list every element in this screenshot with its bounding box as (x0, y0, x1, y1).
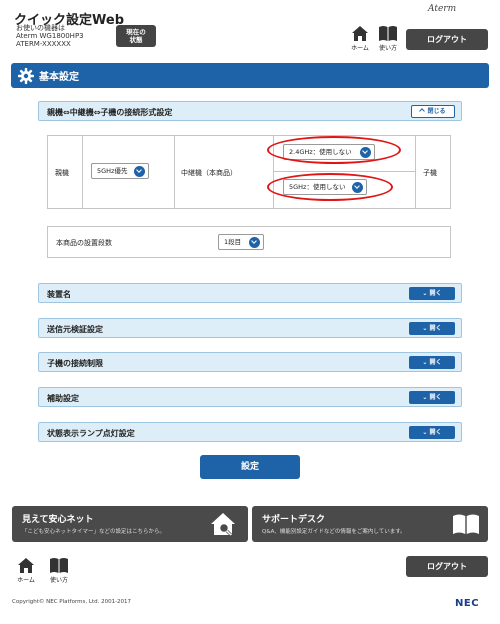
connection-section-header[interactable]: 親機⇔中継機⇔子機の接続形式設定 閉じる (38, 101, 462, 121)
parent-label: 親機 (55, 169, 69, 177)
section-source-verify[interactable]: 送信元検証設定 ⌄ 開く (38, 318, 462, 338)
section-label: 装置名 (47, 290, 71, 299)
section-aux-settings[interactable]: 補助設定 ⌄ 開く (38, 387, 462, 407)
open-section-button[interactable]: ⌄ 開く (409, 322, 455, 335)
help-label: 使い方 (378, 45, 397, 52)
gear-icon (18, 67, 34, 84)
child-label: 子機 (423, 169, 437, 177)
open-label: 開く (429, 429, 442, 436)
open-section-button[interactable]: ⌄ 開く (409, 391, 455, 404)
device-serial: ATERM-XXXXXX (16, 40, 71, 48)
home-label: ホーム (351, 45, 369, 52)
device-label: お使いの機器は (16, 24, 65, 32)
support-desk-banner[interactable]: サポートデスク Q&A、機能別設定ガイドなどの情報をご案内しています。 (252, 506, 488, 542)
highlight-oval (267, 136, 401, 164)
brand-logo: Aterm (428, 4, 457, 14)
install-level-box: 本商品の設置段数 1段目 (47, 226, 451, 258)
connection-section-label: 親機⇔中継機⇔子機の接続形式設定 (47, 108, 173, 117)
open-label: 開く (429, 394, 442, 401)
home-icon (352, 26, 368, 41)
open-section-button[interactable]: ⌄ 開く (409, 356, 455, 369)
parent-band-select[interactable]: 5GHz優先 (91, 163, 149, 179)
chevron-down-icon: ⌄ (422, 359, 430, 366)
support-desk-title: サポートデスク (262, 515, 326, 525)
repeater-label: 中継機（本商品） (181, 169, 237, 177)
close-section-label: 閉じる (427, 108, 446, 115)
install-level-select[interactable]: 1段目 (218, 234, 264, 250)
safe-net-title: 見えて安心ネット (22, 515, 94, 525)
page-title-bar: 基本設定 (11, 63, 489, 88)
footer-home-button[interactable]: ホーム (14, 557, 38, 587)
page-title: 基本設定 (39, 72, 79, 83)
section-label: 状態表示ランプ点灯設定 (47, 429, 135, 438)
current-status-button[interactable]: 現在の 状態 (116, 25, 156, 47)
footer-home-label: ホーム (17, 577, 35, 584)
section-label: 補助設定 (47, 394, 79, 403)
help-button[interactable]: 使い方 (376, 25, 400, 55)
footer-help-button[interactable]: 使い方 (47, 557, 71, 587)
home-icon (18, 558, 34, 573)
safe-net-banner[interactable]: 見えて安心ネット 「こども安心ネットタイマー」などの設定はこちらから。 (12, 506, 248, 542)
device-model: Aterm WG1800HP3 (16, 32, 84, 40)
open-section-button[interactable]: ⌄ 開く (409, 287, 455, 300)
highlight-oval (267, 173, 393, 201)
book-icon (453, 514, 479, 534)
nec-logo: NEC (455, 598, 480, 609)
close-section-button[interactable]: 閉じる (411, 105, 455, 118)
open-label: 開く (429, 290, 442, 297)
open-label: 開く (429, 359, 442, 366)
settings-button[interactable]: 設定 (200, 455, 300, 479)
chevron-down-icon: ⌄ (422, 394, 430, 401)
section-device-name[interactable]: 装置名 ⌄ 開く (38, 283, 462, 303)
section-child-limit[interactable]: 子機の接続制限 ⌄ 開く (38, 352, 462, 372)
copyright: Copyright© NEC Platforms, Ltd. 2001-2017 (12, 599, 132, 605)
logout-button[interactable]: ログアウト (406, 29, 488, 50)
home-search-icon (211, 513, 235, 537)
book-icon (379, 26, 397, 41)
section-status-lamp[interactable]: 状態表示ランプ点灯設定 ⌄ 開く (38, 422, 462, 442)
safe-net-desc: 「こども安心ネットタイマー」などの設定はこちらから。 (22, 529, 166, 535)
header: クイック設定Web お使いの機器は Aterm WG1800HP3 ATERM-… (0, 0, 500, 62)
home-button[interactable]: ホーム (348, 25, 372, 55)
current-status-label: 現在の 状態 (126, 28, 146, 44)
book-icon (50, 558, 68, 573)
chevron-down-icon (134, 166, 145, 177)
section-label: 送信元検証設定 (47, 325, 103, 334)
open-label: 開く (429, 325, 442, 332)
chevron-down-icon: ⌄ (422, 325, 430, 332)
parent-band-value: 5GHz優先 (97, 167, 128, 175)
chevron-down-icon: ⌄ (422, 290, 430, 297)
section-label: 子機の接続制限 (47, 359, 103, 368)
chevron-up-icon (419, 108, 426, 114)
chevron-down-icon (249, 237, 260, 248)
footer-help-label: 使い方 (49, 577, 68, 584)
chevron-down-icon: ⌄ (422, 429, 430, 436)
footer-logout-button[interactable]: ログアウト (406, 556, 488, 577)
open-section-button[interactable]: ⌄ 開く (409, 426, 455, 439)
support-desk-desc: Q&A、機能別設定ガイドなどの情報をご案内しています。 (262, 529, 406, 535)
install-level-value: 1段目 (224, 238, 242, 246)
install-level-label: 本商品の設置段数 (56, 239, 112, 247)
